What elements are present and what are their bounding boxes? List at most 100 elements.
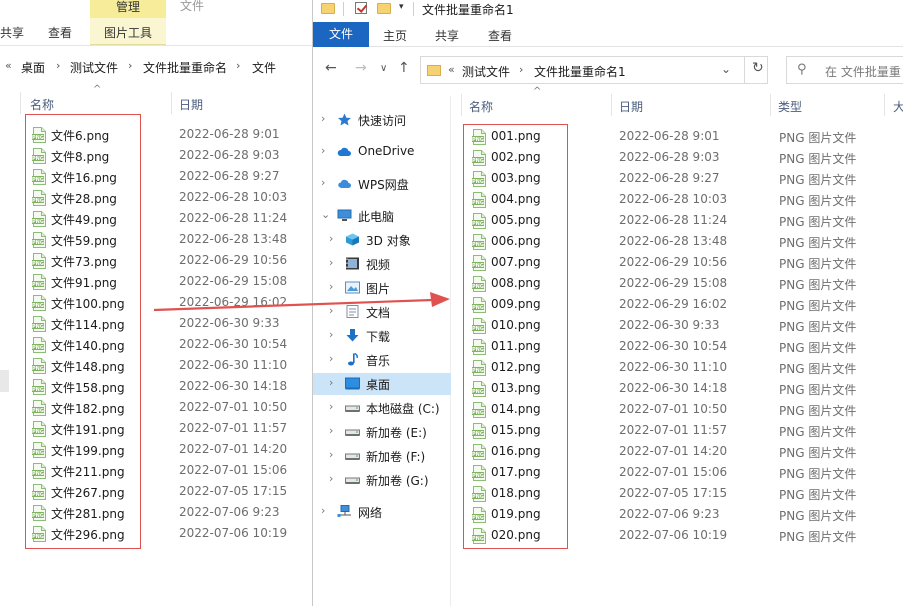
table-row[interactable]: PNG 011.png 2022-06-30 10:54 PNG 图片文件	[452, 336, 903, 357]
table-row[interactable]: PNG 文件6.png 2022-06-28 9:01	[0, 124, 312, 145]
chevron-right-icon[interactable]: ›	[329, 280, 333, 293]
table-row[interactable]: PNG 002.png 2022-06-28 9:03 PNG 图片文件	[452, 147, 903, 168]
breadcrumb-files[interactable]: 文件	[252, 59, 276, 76]
table-row[interactable]: PNG 007.png 2022-06-29 10:56 PNG 图片文件	[452, 252, 903, 273]
table-row[interactable]: PNG 006.png 2022-06-28 13:48 PNG 图片文件	[452, 231, 903, 252]
chevron-right-icon[interactable]: ›	[329, 448, 333, 461]
table-row[interactable]: PNG 015.png 2022-07-01 11:57 PNG 图片文件	[452, 420, 903, 441]
column-name[interactable]: 名称	[30, 96, 54, 113]
nav-item[interactable]: › OneDrive	[313, 141, 451, 163]
chevron-right-icon[interactable]: ›	[329, 328, 333, 341]
address-bar[interactable]: « 测试文件 › 文件批量重命名1 ⌄	[420, 56, 768, 84]
table-row[interactable]: PNG 017.png 2022-07-01 15:06 PNG 图片文件	[452, 462, 903, 483]
chevron-right-icon[interactable]: ›	[329, 256, 333, 269]
chevron-right-icon[interactable]: ›	[321, 504, 325, 517]
tab-share[interactable]: 共享	[435, 27, 459, 44]
table-row[interactable]: PNG 文件114.png 2022-06-30 9:33	[0, 313, 312, 334]
overflow-chevron-icon[interactable]: «	[5, 59, 12, 72]
table-row[interactable]: PNG 009.png 2022-06-29 16:02 PNG 图片文件	[452, 294, 903, 315]
chevron-right-icon[interactable]: ›	[329, 232, 333, 245]
nav-item[interactable]: › 3D 对象	[313, 229, 451, 251]
breadcrumb-batch-rename[interactable]: 文件批量重命名	[143, 59, 227, 76]
nav-item[interactable]: › 视频	[313, 253, 451, 275]
table-row[interactable]: PNG 文件49.png 2022-06-28 11:24	[0, 208, 312, 229]
column-name[interactable]: 名称	[469, 98, 493, 115]
chevron-right-icon[interactable]: ›	[321, 176, 325, 189]
column-size[interactable]: 大	[893, 98, 903, 115]
chevron-right-icon[interactable]: ›	[321, 144, 325, 157]
nav-item[interactable]: › 新加卷 (E:)	[313, 421, 451, 443]
table-row[interactable]: PNG 020.png 2022-07-06 10:19 PNG 图片文件	[452, 525, 903, 546]
table-row[interactable]: PNG 文件16.png 2022-06-28 9:27	[0, 166, 312, 187]
table-row[interactable]: PNG 文件191.png 2022-07-01 11:57	[0, 418, 312, 439]
chevron-right-icon[interactable]: ›	[329, 352, 333, 365]
table-row[interactable]: PNG 005.png 2022-06-28 11:24 PNG 图片文件	[452, 210, 903, 231]
tab-manage[interactable]: 管理	[90, 0, 166, 18]
nav-item[interactable]: › 新加卷 (F:)	[313, 445, 451, 467]
table-row[interactable]: PNG 文件59.png 2022-06-28 13:48	[0, 229, 312, 250]
table-row[interactable]: PNG 文件158.png 2022-06-30 14:18	[0, 376, 312, 397]
chevron-right-icon[interactable]: ›	[329, 376, 333, 389]
column-type[interactable]: 类型	[778, 98, 802, 115]
column-date[interactable]: 日期	[179, 96, 203, 113]
table-row[interactable]: PNG 文件182.png 2022-07-01 10:50	[0, 397, 312, 418]
breadcrumb-desktop[interactable]: 桌面	[21, 59, 45, 76]
back-arrow-icon[interactable]: ←	[325, 60, 337, 76]
nav-item[interactable]: › 下载	[313, 325, 451, 347]
nav-item[interactable]: › 图片	[313, 277, 451, 299]
recent-dropdown-icon[interactable]: ∨	[380, 63, 387, 74]
table-row[interactable]: PNG 文件28.png 2022-06-28 10:03	[0, 187, 312, 208]
table-row[interactable]: PNG 文件140.png 2022-06-30 10:54	[0, 334, 312, 355]
chevron-right-icon[interactable]: ›	[321, 112, 325, 125]
chevron-down-icon[interactable]: ⌄	[321, 208, 330, 221]
overflow-chevron-icon[interactable]: «	[448, 63, 455, 76]
forward-arrow-icon[interactable]: →	[355, 60, 367, 76]
nav-item[interactable]: › 新加卷 (G:)	[313, 469, 451, 491]
table-row[interactable]: PNG 016.png 2022-07-01 14:20 PNG 图片文件	[452, 441, 903, 462]
nav-item[interactable]: › 音乐	[313, 349, 451, 371]
table-row[interactable]: PNG 文件91.png 2022-06-29 15:08	[0, 271, 312, 292]
nav-item[interactable]: › 快速访问	[313, 109, 451, 131]
table-row[interactable]: PNG 019.png 2022-07-06 9:23 PNG 图片文件	[452, 504, 903, 525]
chevron-right-icon[interactable]: ›	[329, 304, 333, 317]
tab-picture-tools[interactable]: 图片工具	[90, 18, 166, 45]
table-row[interactable]: PNG 文件296.png 2022-07-06 10:19	[0, 523, 312, 544]
left-address-bar[interactable]: « 桌面 › 测试文件 › 文件批量重命名 › 文件	[0, 55, 312, 79]
table-row[interactable]: PNG 文件211.png 2022-07-01 15:06	[0, 460, 312, 481]
table-row[interactable]: PNG 008.png 2022-06-29 15:08 PNG 图片文件	[452, 273, 903, 294]
chevron-right-icon[interactable]: ›	[329, 424, 333, 437]
table-row[interactable]: PNG 文件199.png 2022-07-01 14:20	[0, 439, 312, 460]
tab-share[interactable]: 共享	[0, 24, 24, 41]
new-folder-icon[interactable]	[377, 3, 391, 14]
table-row[interactable]: PNG 010.png 2022-06-30 9:33 PNG 图片文件	[452, 315, 903, 336]
table-row[interactable]: PNG 012.png 2022-06-30 11:10 PNG 图片文件	[452, 357, 903, 378]
up-arrow-icon[interactable]: ↑	[398, 60, 410, 76]
tab-file[interactable]: 文件	[313, 22, 369, 47]
table-row[interactable]: PNG 018.png 2022-07-05 17:15 PNG 图片文件	[452, 483, 903, 504]
nav-item[interactable]: › 文档	[313, 301, 451, 323]
tab-home[interactable]: 主页	[383, 27, 407, 44]
table-row[interactable]: PNG 004.png 2022-06-28 10:03 PNG 图片文件	[452, 189, 903, 210]
quick-access-dropdown-icon[interactable]: ▾	[399, 2, 404, 12]
table-row[interactable]: PNG 文件8.png 2022-06-28 9:03	[0, 145, 312, 166]
breadcrumb-test-files[interactable]: 测试文件	[462, 63, 510, 80]
nav-item[interactable]: › 本地磁盘 (C:)	[313, 397, 451, 419]
nav-item[interactable]: › 桌面	[313, 373, 451, 395]
tab-view[interactable]: 查看	[48, 24, 72, 41]
search-input[interactable]: ⚲ 在 文件批量重	[786, 56, 903, 84]
refresh-button[interactable]: ↻	[744, 56, 772, 84]
table-row[interactable]: PNG 文件267.png 2022-07-05 17:15	[0, 481, 312, 502]
chevron-right-icon[interactable]: ›	[329, 472, 333, 485]
table-row[interactable]: PNG 013.png 2022-06-30 14:18 PNG 图片文件	[452, 378, 903, 399]
nav-item[interactable]: › WPS网盘	[313, 173, 451, 195]
breadcrumb-batch-rename-1[interactable]: 文件批量重命名1	[534, 63, 626, 80]
breadcrumb-test-files[interactable]: 测试文件	[70, 59, 118, 76]
tab-view[interactable]: 查看	[488, 27, 512, 44]
table-row[interactable]: PNG 001.png 2022-06-28 9:01 PNG 图片文件	[452, 126, 903, 147]
address-dropdown-icon[interactable]: ⌄	[721, 62, 731, 76]
table-row[interactable]: PNG 003.png 2022-06-28 9:27 PNG 图片文件	[452, 168, 903, 189]
nav-item[interactable]: › 网络	[313, 501, 451, 523]
column-date[interactable]: 日期	[619, 98, 643, 115]
properties-check-icon[interactable]	[355, 2, 367, 14]
chevron-right-icon[interactable]: ›	[329, 400, 333, 413]
